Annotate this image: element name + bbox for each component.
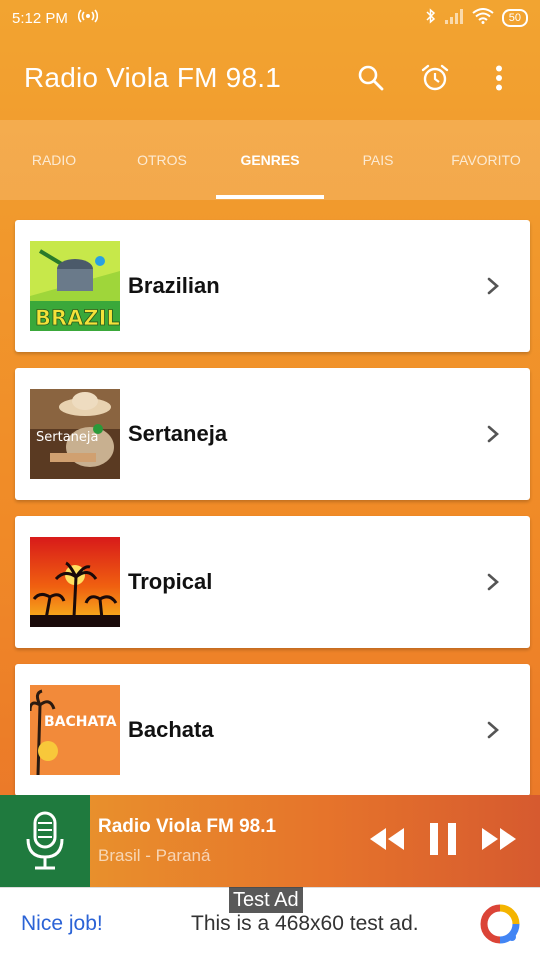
hotspot-icon xyxy=(77,9,98,27)
genre-thumbnail: BRAZIL xyxy=(30,241,120,331)
player-station-location: Brasil - Paraná xyxy=(98,846,211,865)
tab-favorito[interactable]: FAVORITO xyxy=(432,120,540,200)
genre-item-bachata[interactable]: BACHATA Bachata xyxy=(15,664,530,796)
status-right: 50 xyxy=(426,8,528,28)
genre-thumbnail xyxy=(30,537,120,627)
genre-item-tropical[interactable]: Tropical xyxy=(15,516,530,648)
status-bar: 5:12 PM 50 xyxy=(0,0,540,36)
chevron-right-icon xyxy=(487,721,499,739)
tab-pais[interactable]: PAIS xyxy=(324,120,432,200)
genre-item-brazilian[interactable]: BRAZIL Brazilian xyxy=(15,220,530,352)
genre-name: Bachata xyxy=(128,717,214,742)
microphone-icon xyxy=(0,795,90,887)
tab-genres[interactable]: GENRES xyxy=(216,120,324,200)
genre-thumbnail: Sertaneja xyxy=(30,389,120,479)
thumb-text: BRAZIL xyxy=(35,306,120,330)
thumb-text: Sertaneja xyxy=(36,430,98,445)
player-station-title: Radio Viola FM 98.1 xyxy=(98,816,277,837)
ad-text: This is a 468x60 test ad. xyxy=(191,912,419,935)
ad-label: Test Ad xyxy=(229,887,303,913)
app-title: Radio Viola FM 98.1 xyxy=(24,62,281,93)
alarm-icon[interactable] xyxy=(418,61,452,95)
thumb-text: BACHATA xyxy=(44,714,117,730)
status-left: 5:12 PM xyxy=(12,9,98,27)
more-vert-icon[interactable] xyxy=(482,61,516,95)
wifi-icon xyxy=(472,8,494,28)
tab-bar: RADIO OTROS GENRES PAIS FAVORITO xyxy=(0,120,540,200)
app-bar: Radio Viola FM 98.1 xyxy=(0,36,540,120)
ad-cta[interactable]: Nice job! xyxy=(21,912,191,936)
genre-name: Tropical xyxy=(128,569,213,594)
ad-logo-icon xyxy=(480,904,520,944)
tab-otros[interactable]: OTROS xyxy=(108,120,216,200)
genre-item-sertaneja[interactable]: Sertaneja Sertaneja xyxy=(15,368,530,500)
chevron-right-icon xyxy=(487,573,499,591)
status-time: 5:12 PM xyxy=(12,9,68,27)
search-icon[interactable] xyxy=(354,61,388,95)
chevron-right-icon xyxy=(487,425,499,443)
genre-list: BRAZIL Brazilian Sertaneja Sertaneja Tro… xyxy=(15,220,530,812)
genre-name: Brazilian xyxy=(128,273,220,298)
fast-forward-icon[interactable] xyxy=(480,826,518,857)
pause-icon[interactable] xyxy=(428,822,458,861)
player-controls xyxy=(368,822,518,861)
mini-player[interactable]: Radio Viola FM 98.1 Brasil - Paraná xyxy=(0,795,540,887)
battery-icon: 50 xyxy=(501,9,528,27)
genre-thumbnail: BACHATA xyxy=(30,685,120,775)
bluetooth-icon xyxy=(426,8,436,28)
app-actions xyxy=(354,61,516,95)
player-info: Radio Viola FM 98.1 Brasil - Paraná xyxy=(98,816,368,866)
tab-radio[interactable]: RADIO xyxy=(0,120,108,200)
genre-name: Sertaneja xyxy=(128,421,228,446)
chevron-right-icon xyxy=(487,277,499,295)
rewind-icon[interactable] xyxy=(368,826,406,857)
signal-icon xyxy=(444,8,464,28)
